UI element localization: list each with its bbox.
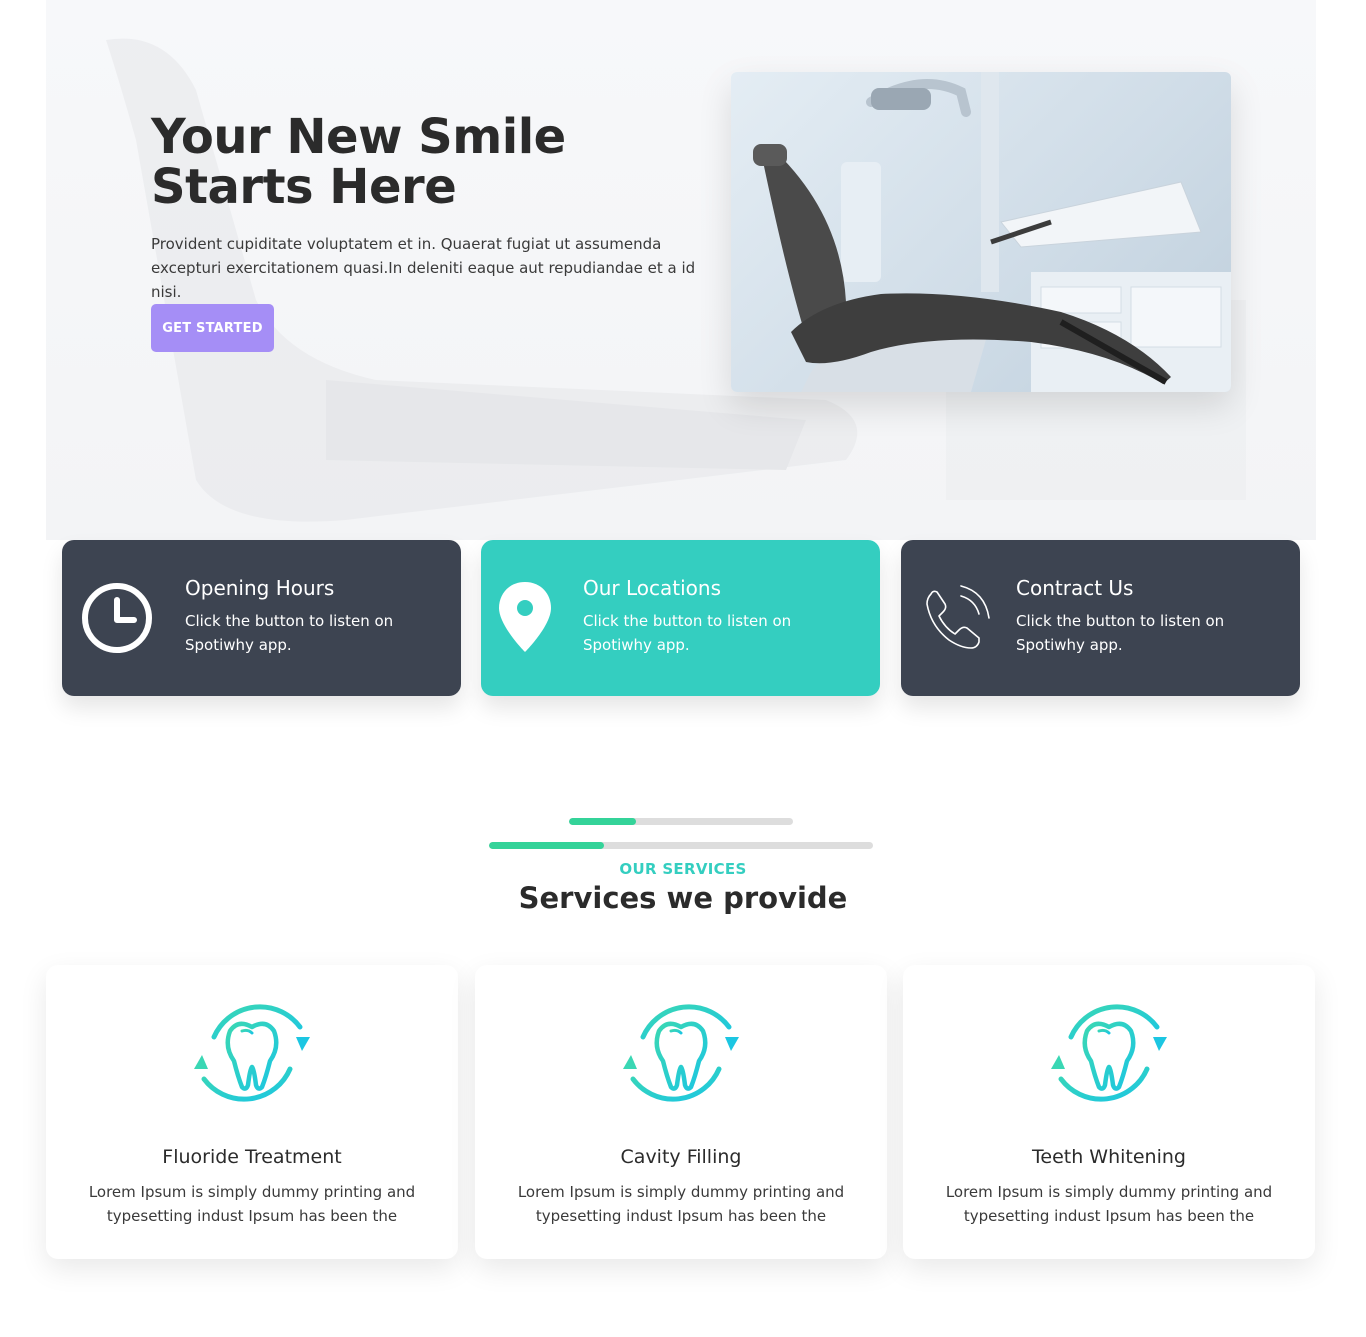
decorative-progress-bar-long [489,842,873,849]
phone-icon [926,585,990,649]
info-card-text: Click the button to listen on Spotiwhy a… [583,612,792,654]
service-description: Lorem Ipsum is simply dummy printing and… [88,1183,416,1225]
dental-chair-photo [731,72,1231,392]
info-card-title: Contract Us [1016,576,1134,600]
service-title: Teeth Whitening [1032,1146,1186,1168]
info-card-text: Click the button to listen on Spotiwhy a… [1016,612,1225,654]
clock-icon [82,583,152,653]
tooth-cycle-icon [194,1004,310,1102]
service-title: Fluoride Treatment [162,1146,342,1168]
tooth-cycle-icon [623,1004,739,1102]
map-pin-icon [499,582,551,652]
section-eyebrow: OUR SERVICES [619,860,747,878]
service-description: Lorem Ipsum is simply dummy printing and… [517,1183,845,1225]
hero-description: Provident cupiditate voluptatem et in. Q… [151,235,696,301]
hero-title: Your New Smile Starts Here [151,109,566,215]
section-title: Services we provide [518,881,848,915]
service-description: Lorem Ipsum is simply dummy printing and… [945,1183,1273,1225]
service-card-fluoride[interactable]: Fluoride Treatment Lorem Ipsum is simply… [46,965,458,1259]
info-card-contact[interactable]: Contract Us Click the button to listen o… [901,540,1300,696]
decorative-progress-bar-short [569,818,793,825]
tooth-cycle-icon [1051,1004,1167,1102]
info-card-title: Opening Hours [185,576,335,600]
hero-section: Your New Smile Starts Here Provident cup… [46,0,1316,540]
get-started-button[interactable]: GET STARTED [151,304,274,352]
info-card-locations[interactable]: Our Locations Click the button to listen… [481,540,880,696]
dental-chair-illustration [753,72,1231,392]
service-title: Cavity Filling [620,1146,742,1168]
service-card-teeth-whitening[interactable]: Teeth Whitening Lorem Ipsum is simply du… [903,965,1315,1259]
info-card-title: Our Locations [583,576,722,600]
info-card-text: Click the button to listen on Spotiwhy a… [185,612,394,654]
service-card-cavity-filling[interactable]: Cavity Filling Lorem Ipsum is simply dum… [475,965,887,1259]
info-card-opening-hours[interactable]: Opening Hours Click the button to listen… [62,540,461,696]
